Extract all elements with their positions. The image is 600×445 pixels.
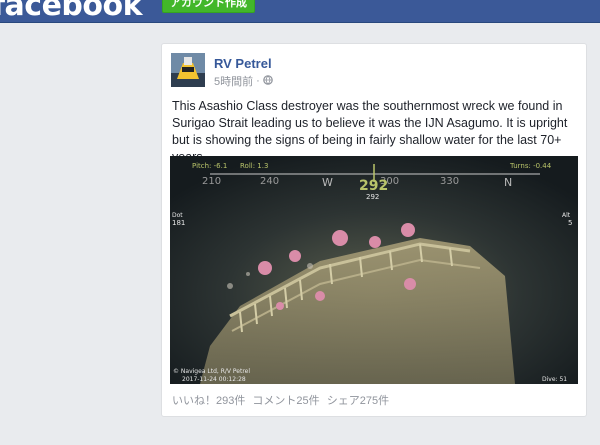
avatar[interactable] <box>171 53 205 87</box>
pitch-readout: Pitch: -6.1 <box>192 162 228 170</box>
heading-tick-210: 210 <box>202 176 222 187</box>
photo-datetime: 2017-11-24 00:12:28 <box>182 376 246 383</box>
post-timestamp[interactable]: 5時間前 <box>214 73 253 89</box>
heading-tick-w: W <box>322 176 333 189</box>
left-gauge-value: 181 <box>172 219 186 227</box>
post-card: RV Petrel 5時間前 · This Asashio Class dest… <box>161 43 587 417</box>
post-photo[interactable]: Pitch: -6.1 Roll: 1.3 Turns: -0.44 210 2… <box>170 156 578 384</box>
likes-count[interactable]: いいね！293件 <box>172 395 245 407</box>
right-gauge-value: 5 <box>568 219 573 227</box>
roll-readout: Roll: 1.3 <box>240 162 269 170</box>
post-stats: いいね！293件 コメント25件 シェア275件 <box>172 392 389 408</box>
facebook-logo[interactable]: facebook <box>0 0 143 22</box>
left-gauge-label: Dot <box>172 212 183 219</box>
post-meta: 5時間前 · <box>214 73 273 89</box>
comments-count[interactable]: コメント25件 <box>252 395 319 407</box>
heading-value-small: 292 <box>366 193 380 201</box>
heading-tick-240: 240 <box>260 176 280 187</box>
signup-button[interactable]: アカウント作成 <box>162 0 255 13</box>
heading-value: 292 <box>359 178 389 194</box>
heading-tick-330: 330 <box>440 176 460 187</box>
author-name[interactable]: RV Petrel <box>214 56 272 71</box>
right-gauge-label: Alt <box>562 212 571 219</box>
meta-separator: · <box>256 75 260 87</box>
dive-number: Dive: 51 <box>542 376 568 383</box>
globe-icon <box>262 74 273 88</box>
heading-tick-n: N <box>504 176 513 189</box>
top-bar: facebook アカウント作成 <box>0 0 600 23</box>
photo-credit: © Navigea Ltd, R/V Petrel <box>173 368 251 375</box>
shares-count[interactable]: シェア275件 <box>327 395 389 407</box>
turns-readout: Turns: -0.44 <box>510 162 552 170</box>
